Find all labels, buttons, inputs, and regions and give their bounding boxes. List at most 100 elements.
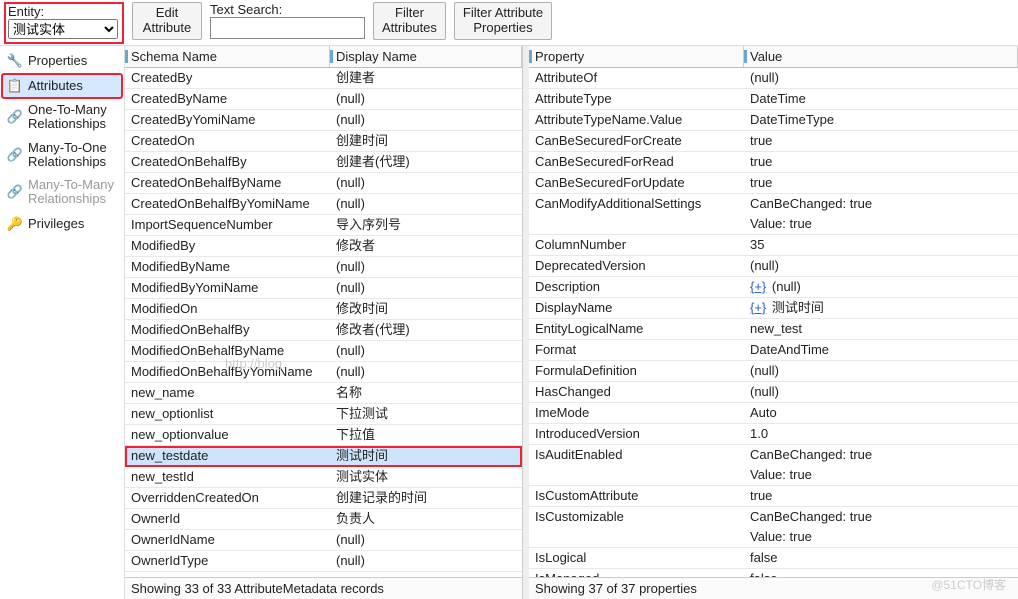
property-row[interactable]: IsCustomizableCanBeChanged: true Value: … (529, 507, 1018, 548)
property-row[interactable]: FormatDateAndTime (529, 340, 1018, 361)
edit-attribute-button[interactable]: Edit Attribute (132, 2, 202, 40)
property-row[interactable]: HasChanged(null) (529, 382, 1018, 403)
cell-schema: ModifiedOnBehalfByYomiName (125, 362, 330, 382)
attribute-row[interactable]: CreatedOnBehalfBy创建者(代理) (125, 152, 522, 173)
cell-property: CanBeSecuredForRead (529, 152, 744, 172)
attribute-row[interactable]: CreatedBy创建者 (125, 68, 522, 89)
filter-attributes-button[interactable]: Filter Attributes (373, 2, 446, 40)
attribute-row[interactable]: CreatedOn创建时间 (125, 131, 522, 152)
cell-property: Format (529, 340, 744, 360)
col-display-name[interactable]: Display Name (330, 46, 522, 67)
cell-value: false (744, 548, 1018, 568)
expand-icon[interactable]: {+} (750, 279, 766, 294)
cell-schema: ModifiedByName (125, 257, 330, 277)
property-row[interactable]: CanModifyAdditionalSettingsCanBeChanged:… (529, 194, 1018, 235)
attribute-row[interactable]: ModifiedOnBehalfByYomiName(null) (125, 362, 522, 383)
cell-value: (null) (744, 382, 1018, 402)
cell-schema: ImportSequenceNumber (125, 215, 330, 235)
attributes-grid-body[interactable]: http://blog. CreatedBy创建者CreatedByName(n… (125, 68, 522, 577)
attribute-row[interactable]: ImportSequenceNumber导入序列号 (125, 215, 522, 236)
property-row[interactable]: IsLogicalfalse (529, 548, 1018, 569)
cell-schema: CreatedOn (125, 131, 330, 151)
property-row[interactable]: CanBeSecuredForReadtrue (529, 152, 1018, 173)
cell-display: 名称 (330, 383, 522, 403)
attribute-row[interactable]: CreatedOnBehalfByName(null) (125, 173, 522, 194)
cell-display: 创建者 (330, 68, 522, 88)
attribute-row[interactable]: ModifiedOn修改时间 (125, 299, 522, 320)
property-row[interactable]: AttributeOf(null) (529, 68, 1018, 89)
attribute-row[interactable]: OwnerIdType(null) (125, 551, 522, 572)
attribute-row[interactable]: new_testdate测试时间 (125, 446, 522, 467)
cell-property: DisplayName (529, 298, 744, 318)
sidebar-item-one-to-many-relationships[interactable]: 🔗One-To-Many Relationships (2, 99, 122, 136)
attribute-row[interactable]: new_optionlist下拉测试 (125, 404, 522, 425)
sidebar-item-many-to-many-relationships: 🔗Many-To-Many Relationships (2, 174, 122, 211)
cell-display: 创建者(代理) (330, 152, 522, 172)
attribute-row[interactable]: ModifiedByName(null) (125, 257, 522, 278)
attribute-row[interactable]: new_optionvalue下拉值 (125, 425, 522, 446)
property-row[interactable]: Description{+} (null) (529, 277, 1018, 298)
property-row[interactable]: DisplayName{+} 测试时间 (529, 298, 1018, 319)
col-property[interactable]: Property (529, 46, 744, 67)
attribute-row[interactable]: OwnerId负责人 (125, 509, 522, 530)
privileges-icon: 🔑 (7, 216, 23, 232)
text-search-input[interactable] (210, 17, 365, 39)
cell-property: IsManaged (529, 569, 744, 577)
cell-value: true (744, 486, 1018, 506)
col-value[interactable]: Value (744, 46, 1018, 67)
property-row[interactable]: DeprecatedVersion(null) (529, 256, 1018, 277)
cell-schema: OwnerId (125, 509, 330, 529)
attribute-row[interactable]: new_name名称 (125, 383, 522, 404)
attribute-row[interactable]: CreatedOnBehalfByYomiName(null) (125, 194, 522, 215)
toolbar: Entity: 测试实体 Edit Attribute Text Search:… (0, 0, 1018, 46)
attribute-row[interactable]: ModifiedByYomiName(null) (125, 278, 522, 299)
property-row[interactable]: IsManagedfalse (529, 569, 1018, 577)
sidebar-item-privileges[interactable]: 🔑 Privileges (2, 212, 122, 236)
attribute-row[interactable]: CreatedByYomiName(null) (125, 110, 522, 131)
cell-schema: new_name (125, 383, 330, 403)
cell-value: (null) (744, 68, 1018, 88)
property-row[interactable]: IsAuditEnabledCanBeChanged: true Value: … (529, 445, 1018, 486)
property-row[interactable]: ColumnNumber35 (529, 235, 1018, 256)
cell-display: (null) (330, 530, 522, 550)
cell-display: 修改者(代理) (330, 320, 522, 340)
expand-icon[interactable]: {+} (750, 300, 766, 315)
cell-schema: ModifiedOnBehalfByName (125, 341, 330, 361)
cell-display: (null) (330, 110, 522, 130)
attribute-row[interactable]: ModifiedBy修改者 (125, 236, 522, 257)
cell-display: (null) (330, 551, 522, 571)
sidebar-item-properties[interactable]: 🔧Properties (2, 49, 122, 73)
cell-property: EntityLogicalName (529, 319, 744, 339)
property-row[interactable]: CanBeSecuredForUpdatetrue (529, 173, 1018, 194)
sidebar: 🔧Properties📋Attributes🔗One-To-Many Relat… (0, 46, 125, 599)
cell-value: CanBeChanged: true Value: true (744, 445, 1018, 485)
property-row[interactable]: IntroducedVersion1.0 (529, 424, 1018, 445)
col-schema-name[interactable]: Schema Name (125, 46, 330, 67)
attribute-row[interactable]: CreatedByName(null) (125, 89, 522, 110)
attribute-row[interactable]: ModifiedOnBehalfByName(null) (125, 341, 522, 362)
attribute-row[interactable]: ModifiedOnBehalfBy修改者(代理) (125, 320, 522, 341)
sidebar-item-label: Many-To-Many Relationships (28, 178, 117, 207)
property-row[interactable]: EntityLogicalNamenew_test (529, 319, 1018, 340)
filter-attribute-properties-button[interactable]: Filter Attribute Properties (454, 2, 552, 40)
cell-value: DateTimeType (744, 110, 1018, 130)
entity-select[interactable]: 测试实体 (8, 19, 118, 39)
sidebar-item-label: Privileges (28, 217, 84, 231)
attribute-row[interactable]: OwnerIdName(null) (125, 530, 522, 551)
properties-grid-body[interactable]: AttributeOf(null)AttributeTypeDateTimeAt… (529, 68, 1018, 577)
cell-property: ImeMode (529, 403, 744, 423)
property-row[interactable]: ImeModeAuto (529, 403, 1018, 424)
sidebar-item-many-to-one-relationships[interactable]: 🔗Many-To-One Relationships (2, 137, 122, 174)
property-row[interactable]: CanBeSecuredForCreatetrue (529, 131, 1018, 152)
property-row[interactable]: AttributeTypeName.ValueDateTimeType (529, 110, 1018, 131)
attribute-row[interactable]: OverriddenCreatedOn创建记录的时间 (125, 488, 522, 509)
cell-property: DeprecatedVersion (529, 256, 744, 276)
property-row[interactable]: FormulaDefinition(null) (529, 361, 1018, 382)
attributes-panel: Schema Name Display Name http://blog. Cr… (125, 46, 523, 599)
sidebar-item-attributes[interactable]: 📋Attributes (2, 74, 122, 98)
property-row[interactable]: AttributeTypeDateTime (529, 89, 1018, 110)
cell-schema: OverriddenCreatedOn (125, 488, 330, 508)
property-row[interactable]: IsCustomAttributetrue (529, 486, 1018, 507)
attribute-row[interactable]: new_testId测试实体 (125, 467, 522, 488)
cell-schema: CreatedOnBehalfByYomiName (125, 194, 330, 214)
